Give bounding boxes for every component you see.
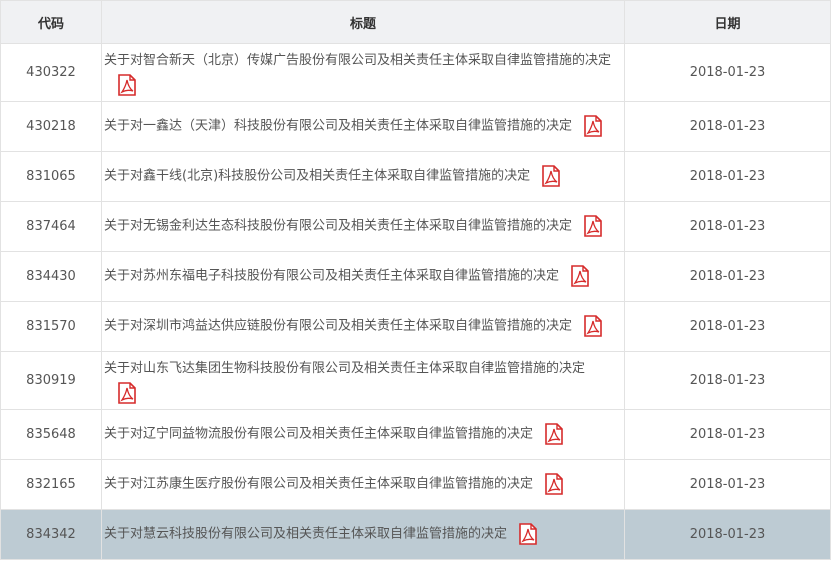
column-header-code[interactable]: 代码	[0, 0, 102, 44]
row-date: 2018-01-23	[624, 251, 831, 302]
announcement-link[interactable]: 关于对深圳市鸿益达供应链股份有限公司及相关责任主体采取自律监管措施的决定	[104, 319, 572, 334]
pdf-icon[interactable]	[584, 315, 602, 338]
pdf-icon[interactable]	[118, 381, 136, 404]
table-row[interactable]: 430322 关于对智合新天（北京）传媒广告股份有限公司及相关责任主体采取自律监…	[0, 43, 831, 102]
row-code: 831065	[0, 151, 102, 202]
row-code: 430218	[0, 101, 102, 152]
table-row[interactable]: 831570 关于对深圳市鸿益达供应链股份有限公司及相关责任主体采取自律监管措施…	[0, 301, 831, 352]
row-date: 2018-01-23	[624, 301, 831, 352]
announcement-link[interactable]: 关于对苏州东福电子科技股份有限公司及相关责任主体采取自律监管措施的决定	[104, 269, 559, 284]
row-title-cell: 关于对智合新天（北京）传媒广告股份有限公司及相关责任主体采取自律监管措施的决定	[101, 43, 625, 102]
row-title-cell: 关于对辽宁同益物流股份有限公司及相关责任主体采取自律监管措施的决定	[101, 409, 625, 460]
row-title-cell: 关于对苏州东福电子科技股份有限公司及相关责任主体采取自律监管措施的决定	[101, 251, 625, 302]
row-date: 2018-01-23	[624, 101, 831, 152]
row-title-cell: 关于对山东飞达集团生物科技股份有限公司及相关责任主体采取自律监管措施的决定	[101, 351, 625, 410]
pdf-icon[interactable]	[584, 215, 602, 238]
announcement-link[interactable]: 关于对江苏康生医疗股份有限公司及相关责任主体采取自律监管措施的决定	[104, 477, 533, 492]
column-header-title[interactable]: 标题	[101, 0, 625, 44]
pdf-icon[interactable]	[571, 265, 589, 288]
announcements-table: 代码 标题 日期 430322 关于对智合新天（北京）传媒广告股份有限公司及相关…	[0, 0, 831, 560]
table-row[interactable]: 831065 关于对鑫干线(北京)科技股份公司及相关责任主体采取自律监管措施的决…	[0, 151, 831, 202]
row-code: 834430	[0, 251, 102, 302]
row-code: 430322	[0, 43, 102, 102]
announcement-link[interactable]: 关于对鑫干线(北京)科技股份公司及相关责任主体采取自律监管措施的决定	[104, 169, 530, 184]
table-header-row: 代码 标题 日期	[0, 0, 831, 44]
row-date: 2018-01-23	[624, 43, 831, 102]
row-title-cell: 关于对江苏康生医疗股份有限公司及相关责任主体采取自律监管措施的决定	[101, 459, 625, 510]
row-code: 834342	[0, 509, 102, 560]
announcement-link[interactable]: 关于对一鑫达（天津）科技股份有限公司及相关责任主体采取自律监管措施的决定	[104, 119, 572, 134]
row-code: 830919	[0, 351, 102, 410]
announcement-link[interactable]: 关于对山东飞达集团生物科技股份有限公司及相关责任主体采取自律监管措施的决定	[104, 361, 585, 376]
announcement-link[interactable]: 关于对智合新天（北京）传媒广告股份有限公司及相关责任主体采取自律监管措施的决定	[104, 53, 611, 68]
table-row-selected[interactable]: 834342 关于对慧云科技股份有限公司及相关责任主体采取自律监管措施的决定 2…	[0, 509, 831, 560]
row-title-cell: 关于对鑫干线(北京)科技股份公司及相关责任主体采取自律监管措施的决定	[101, 151, 625, 202]
column-header-date[interactable]: 日期	[624, 0, 831, 44]
pdf-icon[interactable]	[542, 165, 561, 188]
row-date: 2018-01-23	[624, 459, 831, 510]
announcement-link[interactable]: 关于对辽宁同益物流股份有限公司及相关责任主体采取自律监管措施的决定	[104, 427, 533, 442]
row-title-cell: 关于对无锡金利达生态科技股份有限公司及相关责任主体采取自律监管措施的决定	[101, 201, 625, 252]
row-date: 2018-01-23	[624, 201, 831, 252]
row-code: 835648	[0, 409, 102, 460]
row-date: 2018-01-23	[624, 409, 831, 460]
announcement-link[interactable]: 关于对慧云科技股份有限公司及相关责任主体采取自律监管措施的决定	[104, 527, 507, 542]
row-title-cell: 关于对慧云科技股份有限公司及相关责任主体采取自律监管措施的决定	[101, 509, 625, 560]
pdf-icon[interactable]	[545, 423, 563, 446]
row-code: 837464	[0, 201, 102, 252]
pdf-icon[interactable]	[545, 473, 563, 496]
table-row[interactable]: 835648 关于对辽宁同益物流股份有限公司及相关责任主体采取自律监管措施的决定…	[0, 409, 831, 460]
row-title-cell: 关于对深圳市鸿益达供应链股份有限公司及相关责任主体采取自律监管措施的决定	[101, 301, 625, 352]
table-row[interactable]: 430218 关于对一鑫达（天津）科技股份有限公司及相关责任主体采取自律监管措施…	[0, 101, 831, 152]
table-row[interactable]: 830919 关于对山东飞达集团生物科技股份有限公司及相关责任主体采取自律监管措…	[0, 351, 831, 410]
pdf-icon[interactable]	[118, 73, 136, 96]
row-code: 832165	[0, 459, 102, 510]
row-title-cell: 关于对一鑫达（天津）科技股份有限公司及相关责任主体采取自律监管措施的决定	[101, 101, 625, 152]
row-date: 2018-01-23	[624, 151, 831, 202]
pdf-icon[interactable]	[519, 523, 537, 546]
table-row[interactable]: 832165 关于对江苏康生医疗股份有限公司及相关责任主体采取自律监管措施的决定…	[0, 459, 831, 510]
pdf-icon[interactable]	[584, 115, 602, 138]
table-row[interactable]: 837464 关于对无锡金利达生态科技股份有限公司及相关责任主体采取自律监管措施…	[0, 201, 831, 252]
table-row[interactable]: 834430 关于对苏州东福电子科技股份有限公司及相关责任主体采取自律监管措施的…	[0, 251, 831, 302]
announcement-link[interactable]: 关于对无锡金利达生态科技股份有限公司及相关责任主体采取自律监管措施的决定	[104, 219, 572, 234]
row-date: 2018-01-23	[624, 509, 831, 560]
row-date: 2018-01-23	[624, 351, 831, 410]
row-code: 831570	[0, 301, 102, 352]
